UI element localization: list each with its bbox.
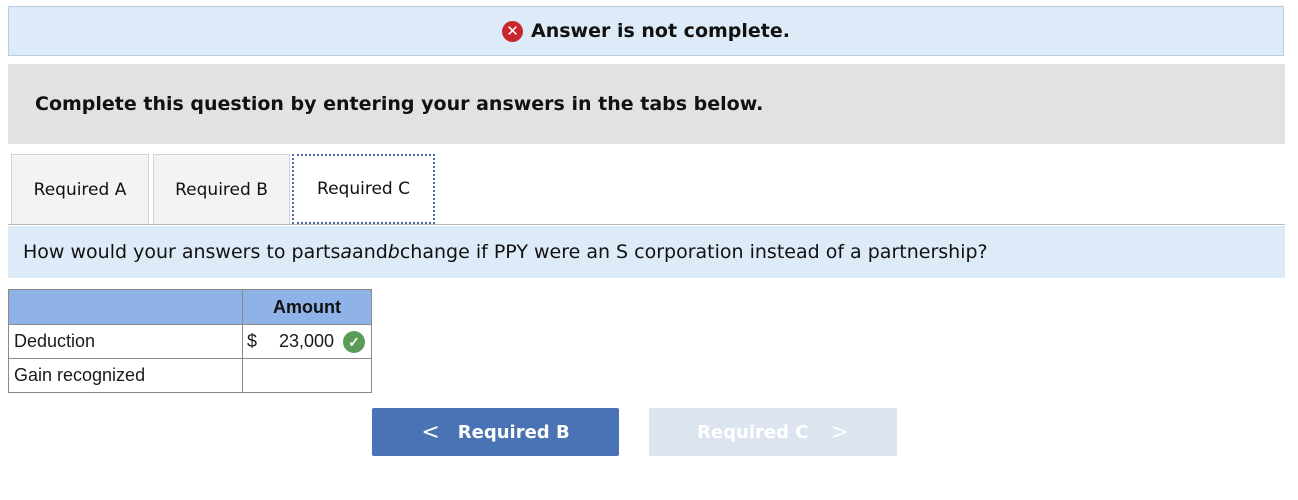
instruction-bar: Complete this question by entering your …	[8, 64, 1285, 144]
row-label: Deduction	[8, 324, 243, 359]
x-circle-icon: ✕	[502, 20, 523, 42]
header-amount: Amount	[242, 289, 372, 325]
question-part: and	[352, 241, 388, 263]
tab-required-a[interactable]: Required A	[11, 154, 149, 224]
amount-value: 23,000	[278, 331, 334, 351]
tab-label: Required A	[33, 179, 127, 200]
tab-label: Required B	[175, 179, 268, 200]
tab-required-c[interactable]: Required C	[292, 154, 435, 224]
question-part: change if PPY were an S corporation inst…	[399, 241, 988, 263]
prev-required-b-button[interactable]: < Required B	[372, 408, 619, 456]
chevron-left-icon: <	[421, 419, 440, 445]
table-row: Gain recognized	[8, 358, 372, 393]
answer-status-banner: ✕ Answer is not complete.	[8, 6, 1284, 56]
question-part-b: b	[387, 241, 400, 263]
next-button-label: Required C	[697, 421, 809, 443]
amount-input-deduction[interactable]: $ 23,000 ✓	[242, 324, 372, 359]
prev-button-label: Required B	[457, 421, 570, 443]
question-part: How would your answers to parts	[23, 241, 341, 263]
tab-label: Required C	[317, 179, 410, 199]
table-header-row: Amount	[8, 289, 372, 325]
instruction-text: Complete this question by entering your …	[35, 93, 764, 115]
currency-symbol: $	[247, 331, 258, 351]
header-blank-cell	[8, 289, 243, 325]
row-label: Gain recognized	[8, 358, 243, 393]
question-text: How would your answers to parts a and b …	[8, 226, 1285, 278]
status-text: Answer is not complete.	[531, 20, 790, 42]
next-required-c-button[interactable]: Required C >	[649, 408, 897, 456]
question-part-a: a	[340, 241, 353, 263]
answer-table: Amount Deduction $ 23,000 ✓ Gain recogni…	[8, 289, 372, 393]
amount-input-gain-recognized[interactable]	[242, 358, 372, 393]
tab-required-b[interactable]: Required B	[153, 154, 290, 224]
check-icon: ✓	[343, 331, 365, 353]
tabs-divider	[8, 224, 1285, 225]
chevron-right-icon: >	[830, 419, 849, 445]
table-row: Deduction $ 23,000 ✓	[8, 324, 372, 359]
